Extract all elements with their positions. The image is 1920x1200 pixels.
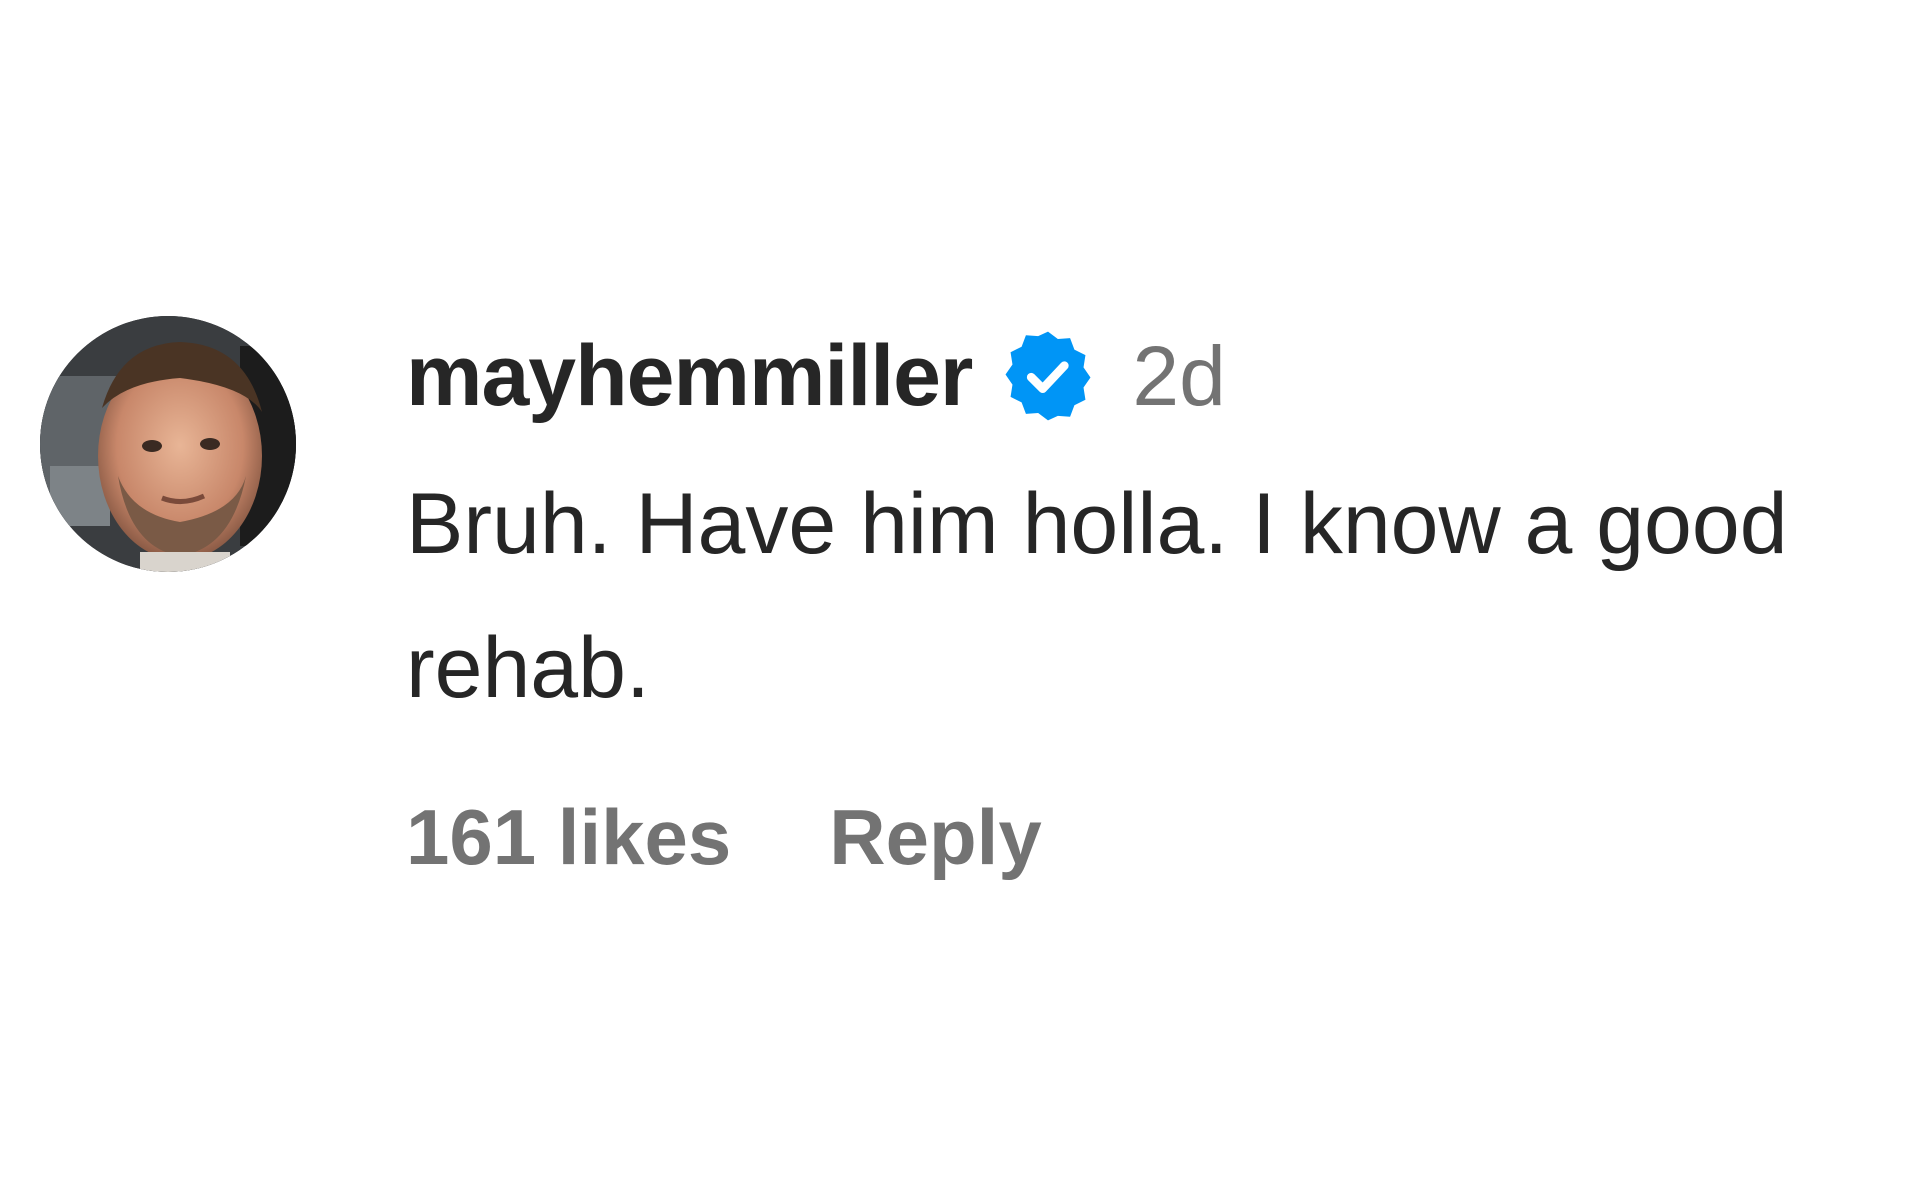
timestamp[interactable]: 2d bbox=[1132, 334, 1225, 418]
avatar[interactable] bbox=[40, 316, 296, 572]
reply-button[interactable]: Reply bbox=[829, 798, 1041, 876]
username[interactable]: mayhemmiller bbox=[406, 333, 973, 419]
comment-body: mayhemmiller 2d Bruh. Have him holla. I … bbox=[406, 316, 1880, 876]
comment-text: Bruh. Have him holla. I know a good reha… bbox=[406, 476, 1788, 716]
comment-header: mayhemmiller 2d bbox=[406, 316, 1880, 436]
verified-badge-icon bbox=[1000, 328, 1096, 424]
avatar-image bbox=[40, 316, 296, 572]
comment-actions: 161 likes Reply bbox=[406, 798, 1880, 876]
likes-count[interactable]: 161 likes bbox=[406, 798, 731, 876]
comment: mayhemmiller 2d Bruh. Have him holla. I … bbox=[40, 316, 1880, 876]
